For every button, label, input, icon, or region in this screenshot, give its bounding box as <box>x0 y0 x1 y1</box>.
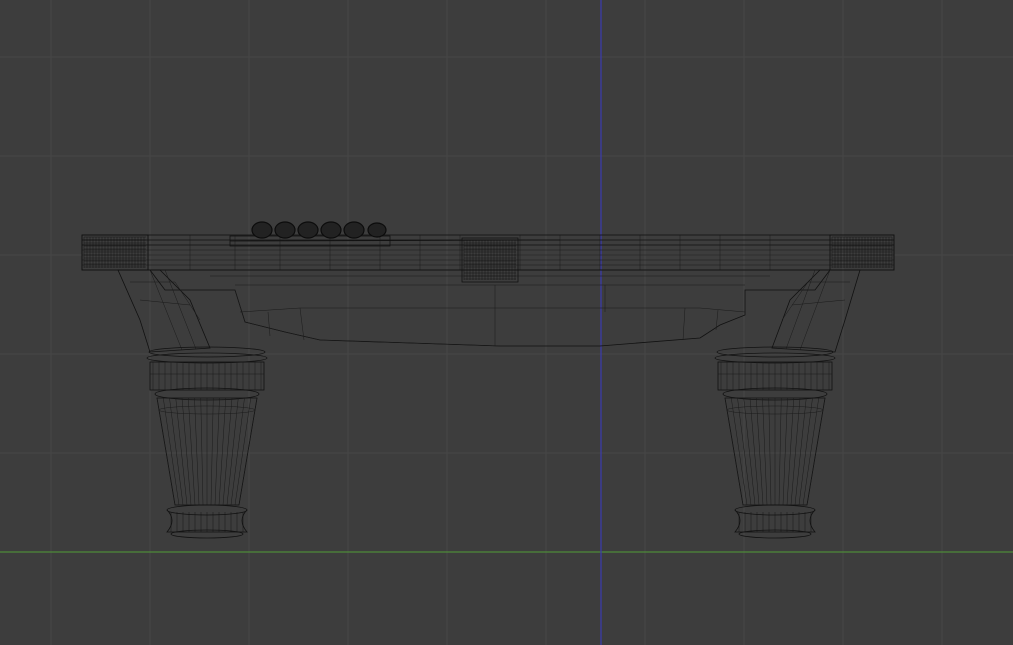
ball <box>367 222 387 238</box>
right-corner-bracket <box>771 269 861 353</box>
ball-rack <box>229 221 561 247</box>
ball <box>251 221 273 239</box>
ball <box>274 221 296 239</box>
viewport-grid <box>0 0 1013 645</box>
viewport-canvas[interactable] <box>0 0 1013 645</box>
ball <box>297 221 319 239</box>
billiard-table-wireframe[interactable] <box>81 221 895 539</box>
ball <box>343 221 365 239</box>
ball <box>320 221 342 239</box>
left-corner-bracket <box>117 269 211 353</box>
table-apron <box>149 269 831 347</box>
3d-viewport[interactable] <box>0 0 1013 645</box>
table-leg-right <box>714 346 836 539</box>
